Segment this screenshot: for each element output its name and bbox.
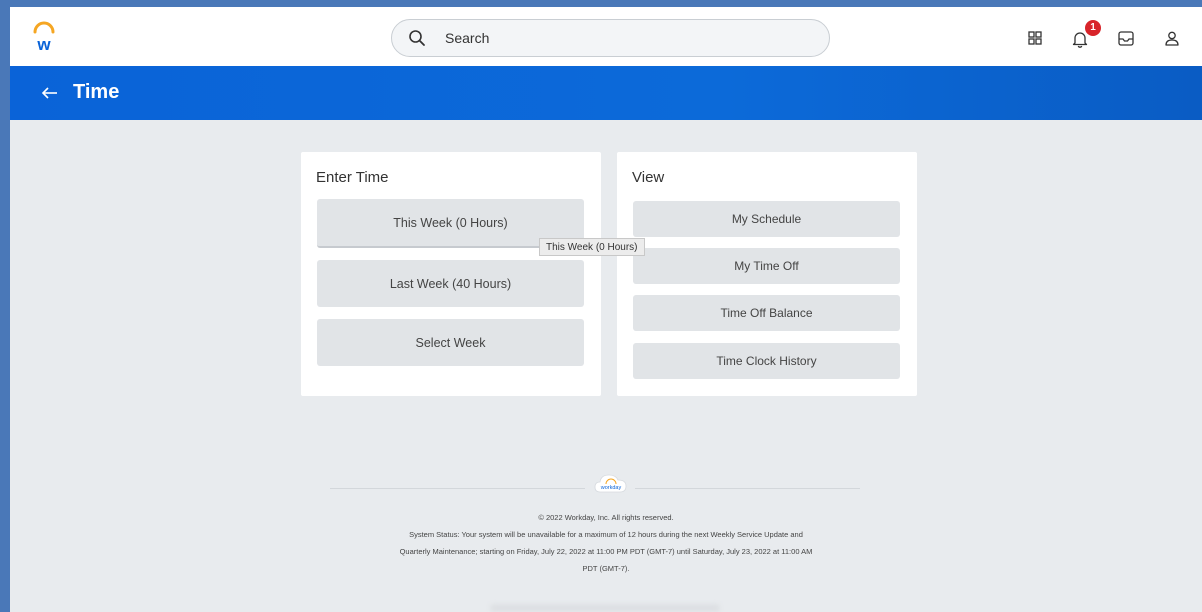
footer-divider-right — [635, 488, 860, 489]
page-title: Time — [73, 81, 120, 103]
system-status-line-2: Quarterly Maintenance; starting on Frida… — [399, 547, 813, 556]
copyright-text: © 2022 Workday, Inc. All rights reserved… — [538, 513, 674, 522]
time-clock-history-button[interactable]: Time Clock History — [633, 343, 900, 379]
profile-icon[interactable] — [1165, 31, 1179, 46]
top-bar: w Search 1 — [10, 7, 1202, 66]
back-arrow-icon[interactable] — [40, 83, 60, 103]
page-header: Time — [10, 66, 1202, 120]
search-placeholder: Search — [445, 30, 490, 46]
tooltip: This Week (0 Hours) — [539, 238, 645, 256]
workday-cloud-logo: workday — [594, 474, 627, 493]
inbox-icon[interactable] — [1118, 31, 1134, 46]
enter-time-title: Enter Time — [316, 169, 389, 186]
view-title: View — [632, 169, 665, 186]
time-off-balance-button[interactable]: Time Off Balance — [633, 295, 900, 331]
last-week-button[interactable]: Last Week (40 Hours) — [317, 260, 584, 307]
select-week-button[interactable]: Select Week — [317, 319, 584, 366]
apps-grid-icon[interactable] — [1028, 31, 1042, 45]
workday-logo[interactable]: w — [30, 21, 58, 53]
app-window: w Search 1 Time Enter Time This Week (0 … — [10, 7, 1202, 612]
my-time-off-button[interactable]: My Time Off — [633, 248, 900, 284]
notification-badge: 1 — [1085, 20, 1101, 36]
system-status-line-1: System Status: Your system will be unava… — [409, 530, 803, 539]
system-status-line-3: PDT (GMT-7). — [582, 564, 630, 573]
workday-logo-text: workday — [600, 485, 622, 491]
footer-shadow — [490, 604, 720, 612]
search-icon — [409, 30, 425, 46]
search-input[interactable]: Search — [391, 19, 830, 57]
footer-divider-left — [330, 488, 585, 489]
view-card: View My Schedule My Time Off Time Off Ba… — [617, 152, 917, 396]
svg-text:w: w — [36, 35, 51, 53]
my-schedule-button[interactable]: My Schedule — [633, 201, 900, 237]
enter-time-card: Enter Time This Week (0 Hours) Last Week… — [301, 152, 601, 396]
